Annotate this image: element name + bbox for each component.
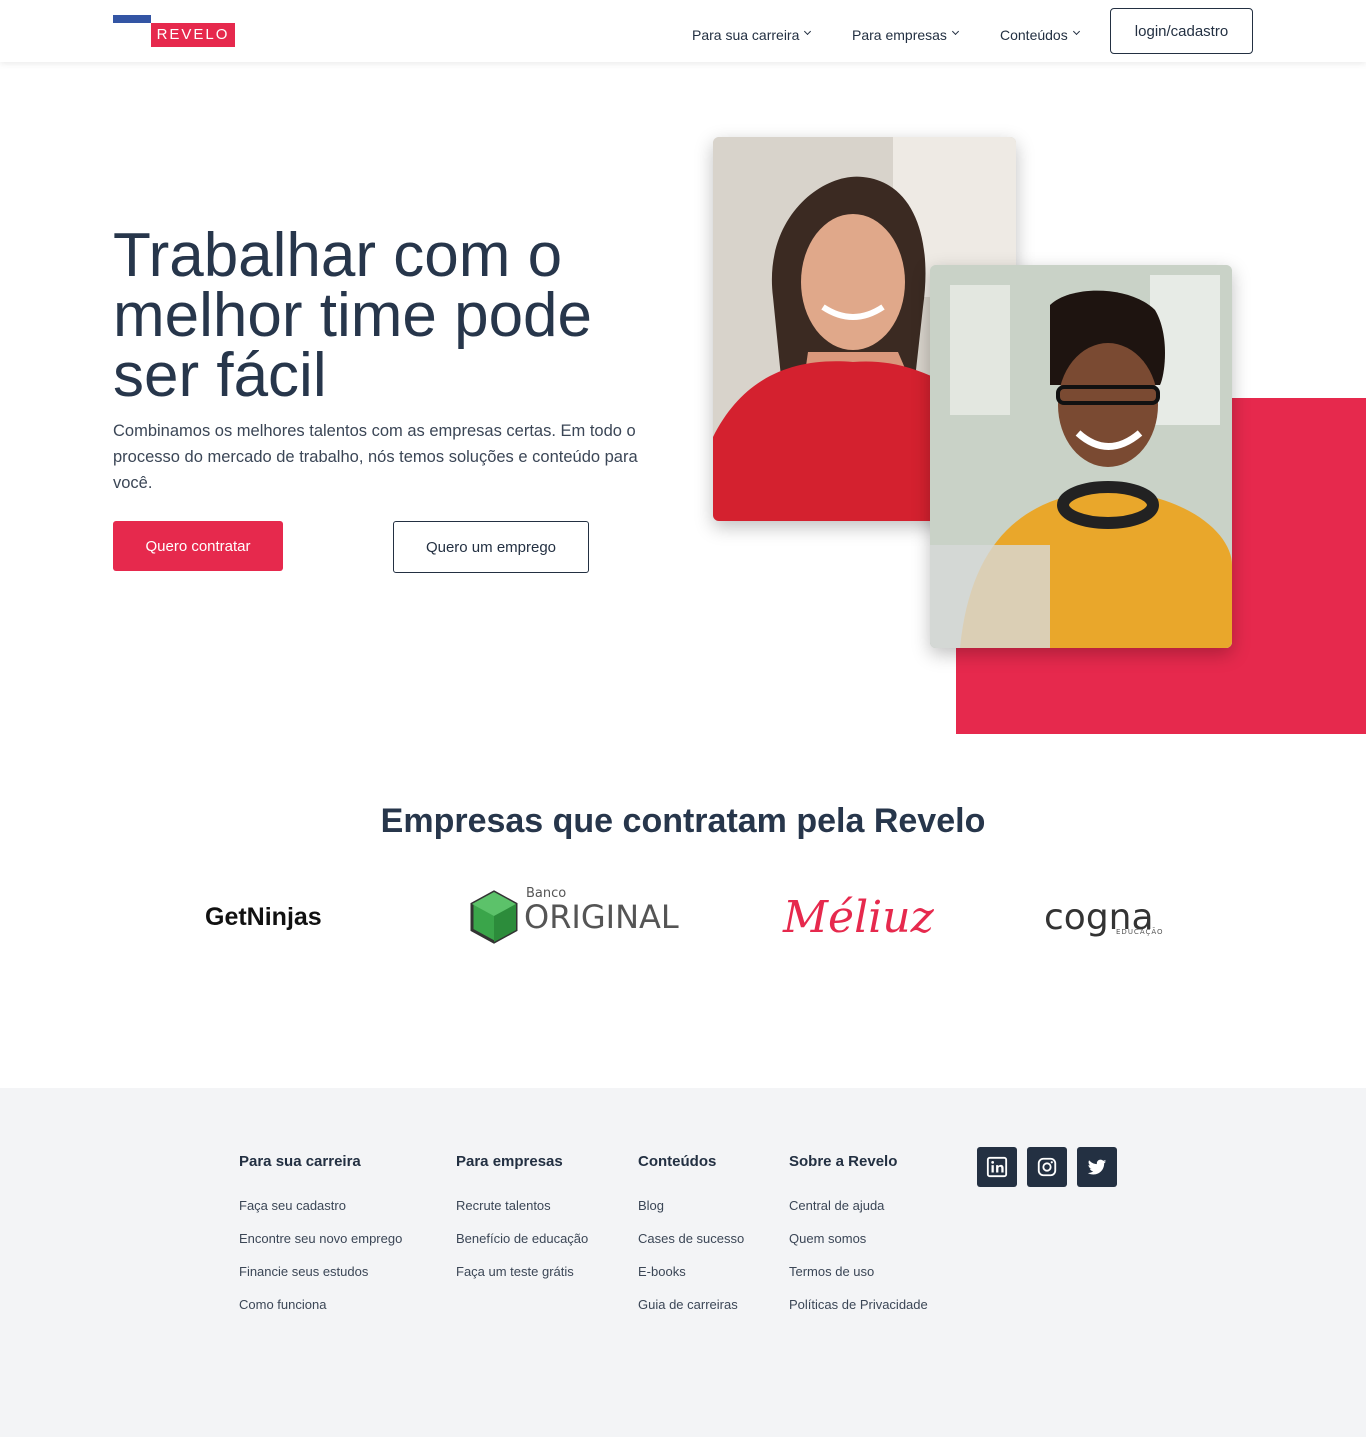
footer-link[interactable]: Recrute talentos: [456, 1196, 588, 1229]
footer-link[interactable]: Políticas de Privacidade: [789, 1295, 928, 1328]
footer-link[interactable]: Financie seus estudos: [239, 1262, 402, 1295]
man-illustration: [930, 265, 1232, 648]
footer-link[interactable]: Como funciona: [239, 1295, 402, 1328]
revelo-logo[interactable]: REVELO: [113, 15, 235, 47]
footer-link[interactable]: Faça um teste grátis: [456, 1262, 588, 1295]
top-header: REVELO Para sua carreira Para empresas C…: [0, 0, 1366, 62]
hero-photo-man: [930, 265, 1232, 648]
footer-column-title: Sobre a Revelo: [789, 1153, 898, 1170]
nav-companies[interactable]: Para empresas: [852, 4, 959, 66]
logo-accent-bar: [113, 15, 151, 23]
footer-column-companies: Para empresas Recrute talentos Benefício…: [456, 1152, 588, 1295]
nav-career[interactable]: Para sua carreira: [692, 4, 812, 66]
green-cube-icon: [470, 890, 518, 944]
hero-subtitle: Combinamos os melhores talentos com as e…: [113, 422, 638, 492]
logo-text: REVELO: [151, 23, 235, 47]
footer-link[interactable]: Guia de carreiras: [638, 1295, 744, 1328]
cogna-logo: cogna EDUCAÇÃO: [1044, 885, 1163, 949]
footer-link[interactable]: Encontre seu novo emprego: [239, 1229, 402, 1262]
meliuz-logo-text: Méliuz: [783, 891, 934, 943]
instagram-icon: [1037, 1157, 1057, 1177]
find-job-button[interactable]: Quero um emprego: [393, 521, 589, 573]
hire-button[interactable]: Quero contratar: [113, 521, 283, 571]
footer-column-career: Para sua carreira Faça seu cadastro Enco…: [239, 1152, 402, 1328]
nav-companies-label: Para empresas: [852, 27, 947, 43]
footer-column-title: Para empresas: [456, 1153, 563, 1170]
meliuz-logo: Méliuz: [783, 885, 934, 949]
linkedin-icon: [986, 1156, 1008, 1178]
original-label: ORIGINAL: [524, 898, 679, 936]
banco-original-logo: Banco ORIGINAL: [470, 885, 679, 949]
twitter-link[interactable]: [1077, 1147, 1117, 1187]
footer-link[interactable]: Quem somos: [789, 1229, 928, 1262]
footer-link[interactable]: Blog: [638, 1196, 744, 1229]
footer-column-about: Sobre a Revelo Central de ajuda Quem som…: [789, 1152, 928, 1328]
chevron-down-icon: [1072, 27, 1080, 35]
footer-link[interactable]: Faça seu cadastro: [239, 1196, 402, 1229]
login-button[interactable]: login/cadastro: [1110, 8, 1253, 54]
footer-column-title: Conteúdos: [638, 1153, 717, 1170]
footer-link[interactable]: Central de ajuda: [789, 1196, 928, 1229]
footer-link[interactable]: Cases de sucesso: [638, 1229, 744, 1262]
nav-career-label: Para sua carreira: [692, 27, 800, 43]
footer-link[interactable]: Benefício de educação: [456, 1229, 588, 1262]
nav-content[interactable]: Conteúdos: [1000, 4, 1080, 66]
footer-link[interactable]: E-books: [638, 1262, 744, 1295]
nav-content-label: Conteúdos: [1000, 27, 1068, 43]
cogna-sub-text: EDUCAÇÃO: [1116, 928, 1164, 936]
chevron-down-icon: [804, 27, 812, 35]
getninjas-logo: GetNinjas: [205, 885, 322, 949]
banco-label: Banco: [526, 886, 567, 901]
twitter-icon: [1087, 1159, 1107, 1175]
companies-title: Empresas que contratam pela Revelo: [380, 802, 986, 840]
footer-column-title: Para sua carreira: [239, 1153, 361, 1170]
linkedin-link[interactable]: [977, 1147, 1017, 1187]
chevron-down-icon: [951, 27, 959, 35]
instagram-link[interactable]: [1027, 1147, 1067, 1187]
footer-link[interactable]: Termos de uso: [789, 1262, 928, 1295]
footer-column-content: Conteúdos Blog Cases de sucesso E-books …: [638, 1152, 744, 1328]
getninjas-logo-text: GetNinjas: [205, 902, 322, 931]
hero-title: Trabalhar com o melhor time pode ser fác…: [113, 221, 593, 410]
